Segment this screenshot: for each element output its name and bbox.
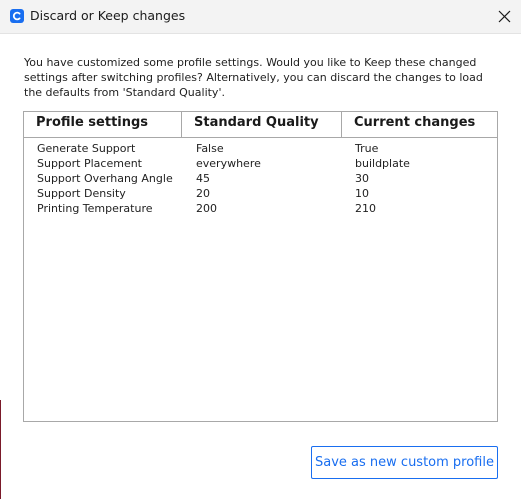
standard-value: 200: [196, 202, 217, 215]
column-header-standard-quality[interactable]: Standard Quality: [182, 112, 342, 137]
column-header-current-changes[interactable]: Current changes: [342, 112, 497, 137]
dialog-window: Discard or Keep changes You have customi…: [0, 0, 521, 499]
table-row[interactable]: Support Density 20 10: [24, 186, 497, 201]
standard-value: everywhere: [196, 157, 261, 170]
standard-value: False: [196, 142, 224, 155]
settings-table: Profile settings Standard Quality Curren…: [23, 111, 498, 422]
background-window-edge: [0, 400, 1, 499]
current-value: buildplate: [355, 157, 410, 170]
column-header-profile-settings[interactable]: Profile settings: [24, 112, 182, 137]
close-icon: [498, 10, 511, 23]
current-value: True: [355, 142, 379, 155]
title-bar[interactable]: Discard or Keep changes: [0, 0, 521, 34]
standard-value: 20: [196, 187, 210, 200]
setting-name: Support Overhang Angle: [37, 172, 173, 185]
current-value: 210: [355, 202, 376, 215]
current-value: 10: [355, 187, 369, 200]
setting-name: Support Placement: [37, 157, 142, 170]
table-header: Profile settings Standard Quality Curren…: [24, 112, 497, 138]
cura-app-icon: [10, 9, 24, 23]
window-title: Discard or Keep changes: [30, 8, 186, 23]
save-as-custom-profile-button[interactable]: Save as new custom profile: [311, 446, 498, 479]
setting-name: Printing Temperature: [37, 202, 153, 215]
dialog-message: You have customized some profile setting…: [24, 56, 483, 99]
close-button[interactable]: [489, 0, 521, 33]
setting-name: Support Density: [37, 187, 126, 200]
table-row[interactable]: Support Placement everywhere buildplate: [24, 156, 497, 171]
current-value: 30: [355, 172, 369, 185]
table-row[interactable]: Printing Temperature 200 210: [24, 201, 497, 216]
setting-name: Generate Support: [37, 142, 136, 155]
table-body: Generate Support False True Support Plac…: [24, 141, 497, 216]
standard-value: 45: [196, 172, 210, 185]
table-row[interactable]: Generate Support False True: [24, 141, 497, 156]
table-row[interactable]: Support Overhang Angle 45 30: [24, 171, 497, 186]
